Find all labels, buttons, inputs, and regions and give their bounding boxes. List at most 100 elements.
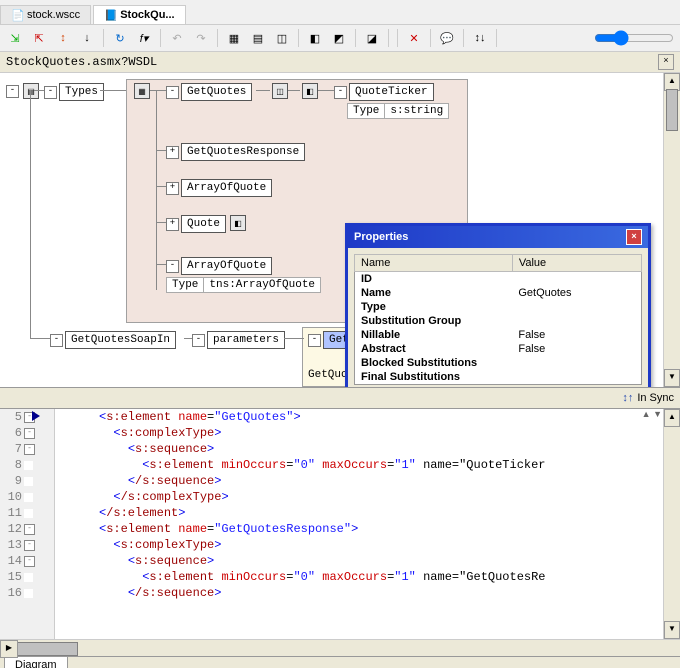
expand-icon[interactable]: -: [192, 334, 205, 347]
code-line[interactable]: <s:complexType>: [99, 425, 680, 441]
gutter-row[interactable]: 5-: [0, 409, 54, 425]
code-line[interactable]: <s:element minOccurs="0" maxOccurs="1" n…: [99, 569, 680, 585]
parameters-node[interactable]: - parameters: [192, 331, 285, 349]
scroll-down-button[interactable]: ▼: [664, 621, 680, 639]
expand-icon[interactable]: -: [166, 86, 179, 99]
fold-toggle-icons[interactable]: ▲ ▼: [642, 409, 662, 421]
code-line[interactable]: <s:element name="GetQuotesResponse">: [99, 521, 680, 537]
hscroll-thumb[interactable]: [16, 642, 78, 656]
expand-icon[interactable]: -: [166, 260, 179, 273]
gutter-row[interactable]: 10: [0, 489, 54, 505]
property-row[interactable]: Substitution Group: [355, 314, 642, 328]
diag1-button[interactable]: ◫: [271, 27, 293, 49]
property-row[interactable]: ID: [355, 272, 642, 287]
close-button[interactable]: ×: [626, 229, 642, 245]
expand-icon[interactable]: +: [166, 218, 179, 231]
code-lines[interactable]: <s:element name="GetQuotes"> <s:complexT…: [55, 409, 680, 639]
fold-toggle[interactable]: -: [24, 524, 35, 535]
delete-button[interactable]: ✕: [403, 27, 425, 49]
gutter-row[interactable]: 6-: [0, 425, 54, 441]
expand-icon[interactable]: -: [334, 86, 347, 99]
properties-titlebar[interactable]: Properties ×: [348, 226, 648, 248]
down-button[interactable]: ↓: [76, 27, 98, 49]
expand-icon[interactable]: -: [308, 334, 321, 347]
gutter-row[interactable]: 9: [0, 473, 54, 489]
properties-table[interactable]: Name Value IDNameGetQuotesTypeSubstituti…: [354, 254, 642, 385]
tab-diagram[interactable]: Diagram: [4, 657, 68, 668]
path-close-button[interactable]: ×: [658, 54, 674, 70]
code-line[interactable]: <s:sequence>: [99, 553, 680, 569]
code-line[interactable]: </s:element>: [99, 505, 680, 521]
diagram-area[interactable]: - ▤ - Types ▦ - GetQuotes ◫ ◧ - QuoteTic…: [0, 73, 680, 387]
arrayofquote-node[interactable]: + ArrayOfQuote: [166, 179, 272, 197]
quote-type-icon[interactable]: ◧: [228, 215, 248, 231]
gutter-row[interactable]: 16: [0, 585, 54, 601]
undo-button[interactable]: ↶: [166, 27, 188, 49]
arrayofquote2-attrs[interactable]: Typetns:ArrayOfQuote: [166, 277, 321, 293]
types-node[interactable]: - Types: [44, 83, 104, 101]
quote-node[interactable]: + Quote: [166, 215, 226, 233]
expand-icon[interactable]: -: [44, 86, 57, 99]
seq-node-2[interactable]: ◧: [300, 83, 320, 99]
opt1-button[interactable]: ◩: [328, 27, 350, 49]
code-hscrollbar[interactable]: ◀ ▶: [0, 639, 680, 656]
opt2-button[interactable]: ◪: [361, 27, 383, 49]
comment-button[interactable]: 💬: [436, 27, 458, 49]
expand-icon[interactable]: +: [166, 182, 179, 195]
gutter-row[interactable]: 14-: [0, 553, 54, 569]
scroll-down-button[interactable]: ▼: [664, 369, 680, 387]
code-line[interactable]: <s:element name="GetQuotes">: [99, 409, 680, 425]
gutter-row[interactable]: 8: [0, 457, 54, 473]
diagram-scrollbar[interactable]: ▲ ▼: [663, 73, 680, 387]
gutter[interactable]: 5-6-7-89101112-13-14-1516: [0, 409, 55, 639]
scroll-right-button[interactable]: ▶: [0, 640, 18, 658]
property-row[interactable]: NillableFalse: [355, 328, 642, 342]
property-row[interactable]: AbstractFalse: [355, 342, 642, 356]
table1-button[interactable]: ▦: [223, 27, 245, 49]
scroll-up-button[interactable]: ▲: [664, 409, 680, 427]
code-vscrollbar[interactable]: ▲ ▼: [663, 409, 680, 639]
root-node[interactable]: - ▤: [6, 83, 41, 99]
soapin-node[interactable]: - GetQuotesSoapIn: [50, 331, 176, 349]
fold-toggle[interactable]: -: [24, 444, 35, 455]
expand-icon[interactable]: -: [6, 85, 19, 98]
code-line[interactable]: <s:complexType>: [99, 537, 680, 553]
fold-toggle[interactable]: -: [24, 556, 35, 567]
diag2-button[interactable]: ◧: [304, 27, 326, 49]
getquotes-node[interactable]: - GetQuotes: [166, 83, 252, 101]
tab-stockqu[interactable]: 📘 StockQu...: [93, 5, 185, 24]
expand-icon[interactable]: +: [166, 146, 179, 159]
seq-node-1[interactable]: ◫: [270, 83, 290, 99]
quoteticker-node[interactable]: - QuoteTicker: [334, 83, 434, 101]
expand-icon[interactable]: -: [50, 334, 63, 347]
properties-popup[interactable]: Properties × Name Value IDNameGetQuotesT…: [345, 223, 651, 387]
arrayofquote2-node[interactable]: - ArrayOfQuote: [166, 257, 272, 275]
nav-button[interactable]: ↕: [52, 27, 74, 49]
gutter-row[interactable]: 15: [0, 569, 54, 585]
code-line[interactable]: <s:element minOccurs="0" maxOccurs="1" n…: [99, 457, 680, 473]
refresh-button[interactable]: ↻: [109, 27, 131, 49]
collapse-button[interactable]: ⇱: [28, 27, 50, 49]
fx-button[interactable]: f▾: [133, 27, 155, 49]
redo-button[interactable]: ↷: [190, 27, 212, 49]
scroll-thumb[interactable]: [666, 89, 678, 131]
property-row[interactable]: Final Substitutions: [355, 370, 642, 385]
gqresponse-node[interactable]: + GetQuotesResponse: [166, 143, 305, 161]
code-area[interactable]: ▲ ▼ 5-6-7-89101112-13-14-1516 <s:element…: [0, 409, 680, 639]
code-line[interactable]: </s:sequence>: [99, 585, 680, 601]
quoteticker-attrs[interactable]: Types:string: [347, 103, 449, 119]
fold-toggle[interactable]: -: [24, 428, 35, 439]
property-row[interactable]: NameGetQuotes: [355, 286, 642, 300]
sort-button[interactable]: ↕↓: [469, 27, 491, 49]
gutter-row[interactable]: 12-: [0, 521, 54, 537]
expand-button[interactable]: ⇲: [4, 27, 26, 49]
gutter-row[interactable]: 13-: [0, 537, 54, 553]
code-line[interactable]: </s:complexType>: [99, 489, 680, 505]
code-line[interactable]: <s:sequence>: [99, 441, 680, 457]
table2-button[interactable]: ▤: [247, 27, 269, 49]
zoom-slider[interactable]: [594, 30, 674, 46]
fold-toggle[interactable]: -: [24, 540, 35, 551]
tab-stock-wscc[interactable]: 📄 stock.wscc: [0, 5, 91, 24]
gutter-row[interactable]: 7-: [0, 441, 54, 457]
schema-hub[interactable]: ▦: [132, 83, 152, 99]
